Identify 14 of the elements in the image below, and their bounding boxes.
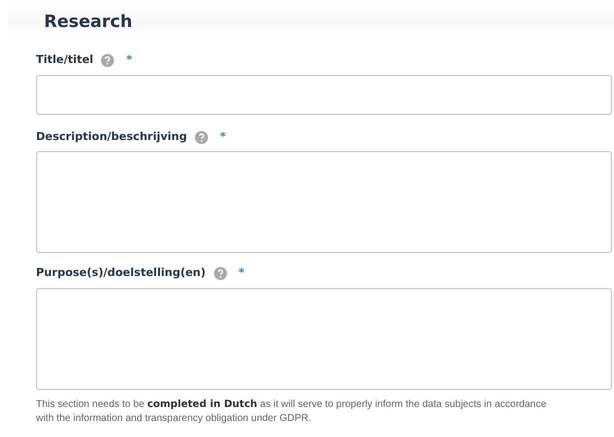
help-icon[interactable] bbox=[101, 54, 114, 68]
note-text: This section needs to be completed in Dutch as it will serve to properly inform the data subjects in accordance with the information and transparency obligation under GDPR. bbox=[36, 398, 548, 426]
text-area[interactable] bbox=[36, 151, 612, 254]
required-mark: * bbox=[238, 265, 244, 282]
help-icon[interactable] bbox=[214, 267, 227, 280]
field-label: Description/beschrijving bbox=[36, 128, 188, 145]
field-label: Title/titel bbox=[36, 52, 94, 68]
text-input[interactable] bbox=[36, 74, 612, 115]
help-icon[interactable] bbox=[195, 130, 208, 144]
field-label: Purpose(s)/doelstelling(en) bbox=[36, 265, 206, 282]
required-mark: * bbox=[220, 128, 226, 145]
text-area[interactable] bbox=[36, 288, 612, 390]
required-mark: * bbox=[126, 52, 132, 68]
section-title: Research bbox=[44, 12, 134, 32]
